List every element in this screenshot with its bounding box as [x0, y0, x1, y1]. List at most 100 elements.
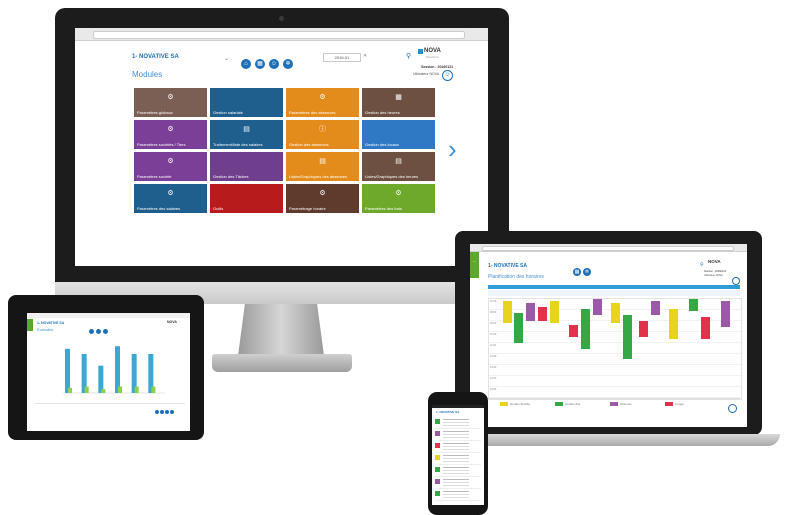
status-swatch: [435, 467, 440, 472]
nav-icons: [89, 321, 112, 339]
time-label: 07:00: [490, 300, 497, 303]
module-tile[interactable]: ⚙ Paramètres des frais: [362, 184, 435, 213]
date-clear-icon[interactable]: ✕: [363, 53, 367, 59]
status-swatch: [435, 491, 440, 496]
company-name[interactable]: 1- NOVATIVE SA: [436, 410, 459, 414]
desktop-screen: 1- NOVATIVE SA Modules ⌄ ⌂ ▦ ☺ ✲ 2016-01 ✕ …: [75, 28, 488, 266]
pager: [155, 401, 178, 419]
user-avatar-icon[interactable]: [728, 404, 737, 413]
module-tile[interactable]: ⚙ Paramètres société: [134, 152, 207, 181]
last-page-icon[interactable]: [170, 410, 174, 414]
first-page-icon[interactable]: [155, 410, 159, 414]
calendar-event[interactable]: [701, 317, 710, 339]
module-tile[interactable]: ⚙ Paramètres des salaires: [134, 184, 207, 213]
list-item[interactable]: [435, 417, 481, 429]
calendar-event[interactable]: [689, 299, 698, 311]
grid-icon[interactable]: [96, 329, 101, 334]
home-icon[interactable]: [89, 329, 94, 334]
event-list: [435, 417, 481, 501]
calendar-grid: 07:00 08:00 09:00 10:00 11:00 12:00 13:00 14:00…: [488, 298, 742, 400]
calendar-event[interactable]: [538, 307, 547, 321]
user-avatar-icon[interactable]: ☺: [442, 70, 453, 81]
chart-bar: [151, 386, 156, 393]
date-field[interactable]: 2016-01: [323, 53, 361, 62]
module-tile[interactable]: ▦ Gestion des heures: [362, 88, 435, 117]
settings-icon[interactable]: ✲: [283, 59, 293, 69]
status-swatch: [435, 419, 440, 424]
gear-icon: ⚙: [167, 94, 174, 101]
calendar-event[interactable]: [623, 315, 632, 359]
back-icon[interactable]: ←: [472, 258, 477, 264]
module-tile[interactable]: Gestion des locaux: [362, 120, 435, 149]
list-item[interactable]: [435, 429, 481, 441]
module-tile[interactable]: Outils: [210, 184, 283, 213]
company-dropdown-icon[interactable]: ⌄: [224, 55, 229, 62]
list-item[interactable]: [435, 489, 481, 501]
grid-icon[interactable]: ▦: [573, 268, 581, 276]
address-bar[interactable]: [93, 31, 465, 39]
nav-icons: ▦ ✲: [573, 260, 595, 278]
next-arrow-icon[interactable]: ›: [448, 136, 457, 162]
calendar-event[interactable]: [651, 301, 660, 315]
address-bar[interactable]: [482, 246, 734, 251]
legend-label: Absence: [620, 402, 632, 406]
module-tile[interactable]: Gestion des Tâches: [210, 152, 283, 181]
calendar-event[interactable]: [721, 301, 730, 327]
list-item[interactable]: [435, 465, 481, 477]
module-tile[interactable]: ⚙ Paramètres sociétés / Tiers: [134, 120, 207, 149]
list-item[interactable]: [435, 441, 481, 453]
gear-icon: ⚙: [319, 190, 326, 197]
next-page-icon[interactable]: [165, 410, 169, 414]
module-tile-label: Listes/Graphiques des absences: [289, 174, 348, 179]
gear-icon: ⚙: [167, 190, 174, 197]
calendar-event[interactable]: [669, 309, 678, 339]
calendar-event[interactable]: [593, 299, 602, 315]
list-item[interactable]: [435, 477, 481, 489]
text-lines: [443, 479, 469, 480]
calendar-event[interactable]: [526, 303, 535, 321]
module-tile[interactable]: ▤ Listes/Graphiques des absences: [286, 152, 359, 181]
search-icon[interactable]: ⚲: [700, 262, 704, 268]
module-tile[interactable]: ▤ Traitement/liste des salaires: [210, 120, 283, 149]
company-name[interactable]: 1- NOVATIVE SA: [132, 54, 179, 60]
text-lines: [443, 431, 469, 432]
module-tile[interactable]: ⚙ Paramètres globaux: [134, 88, 207, 117]
module-tile[interactable]: ⚙ Paramètres des absences: [286, 88, 359, 117]
calendar-event[interactable]: [611, 303, 620, 323]
document-icon: ▤: [395, 158, 402, 165]
home-icon[interactable]: ⌂: [241, 59, 251, 69]
calendar-event[interactable]: [569, 325, 578, 337]
module-tile-label: Gestion salariale: [213, 110, 243, 115]
search-icon[interactable]: ⚲: [406, 52, 411, 60]
calendar-event[interactable]: [514, 313, 523, 343]
user-icon[interactable]: ☺: [269, 59, 279, 69]
calendar-event[interactable]: [581, 309, 590, 349]
grid-icon[interactable]: ▦: [255, 59, 265, 69]
page-title: Evaluation: [37, 328, 54, 332]
page-title: Modules: [132, 70, 163, 79]
session-label: Session : 20160121: [421, 65, 454, 69]
module-tile[interactable]: ⚙ Paramétrage horaire: [286, 184, 359, 213]
calendar-event[interactable]: [550, 301, 559, 323]
company-name[interactable]: 1- NOVATIVE SA: [37, 321, 64, 325]
settings-icon[interactable]: ✲: [583, 268, 591, 276]
side-flag: [470, 252, 479, 278]
phone-screen: 1- NOVATIVE SA: [432, 405, 484, 505]
nav-icons: ⌂ ▦ ☺ ✲: [241, 52, 297, 70]
company-name[interactable]: 1- NOVATIVE SA: [488, 263, 527, 269]
user-avatar-icon[interactable]: [732, 277, 740, 285]
module-tile[interactable]: Gestion salariale: [210, 88, 283, 117]
day-columns: [488, 290, 740, 296]
time-label: 09:00: [490, 322, 497, 325]
prev-page-icon[interactable]: [160, 410, 164, 414]
calendar-event[interactable]: [503, 301, 512, 323]
calendar-event[interactable]: [639, 321, 648, 337]
list-item[interactable]: [435, 453, 481, 465]
time-label: 15:00: [490, 388, 497, 391]
module-tile[interactable]: ▤ Listes/Graphiques des heures: [362, 152, 435, 181]
laptop-base: [440, 434, 780, 446]
module-tile[interactable]: ⓘ Gestion des absences: [286, 120, 359, 149]
user-icon[interactable]: [103, 329, 108, 334]
gear-icon: ⚙: [167, 158, 174, 165]
user-label: Utilisateur NOVA: [413, 72, 440, 76]
